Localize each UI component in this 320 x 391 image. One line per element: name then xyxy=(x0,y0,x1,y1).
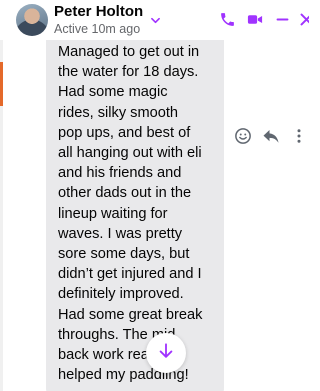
contact-name[interactable]: Peter Holton xyxy=(54,3,143,20)
background-accent xyxy=(0,62,3,106)
chat-header: Peter Holton Active 10m ago xyxy=(0,0,309,40)
chevron-down-icon[interactable] xyxy=(151,12,160,24)
scroll-to-bottom-button[interactable] xyxy=(146,333,186,373)
react-icon[interactable] xyxy=(234,127,252,145)
contact-status: Active 10m ago xyxy=(54,22,141,36)
video-icon[interactable] xyxy=(246,11,263,28)
reply-icon[interactable] xyxy=(262,127,280,145)
avatar[interactable] xyxy=(16,4,48,36)
chat-window: Managed to get out in the water for 18 d… xyxy=(0,0,309,391)
minimize-icon[interactable] xyxy=(274,11,291,28)
phone-icon[interactable] xyxy=(219,11,236,28)
message-text: Managed to get out in the water for 18 d… xyxy=(58,44,203,384)
more-icon[interactable] xyxy=(290,127,308,145)
background-sliver xyxy=(0,0,3,391)
close-icon[interactable] xyxy=(298,11,309,28)
arrow-down-icon xyxy=(156,341,176,366)
